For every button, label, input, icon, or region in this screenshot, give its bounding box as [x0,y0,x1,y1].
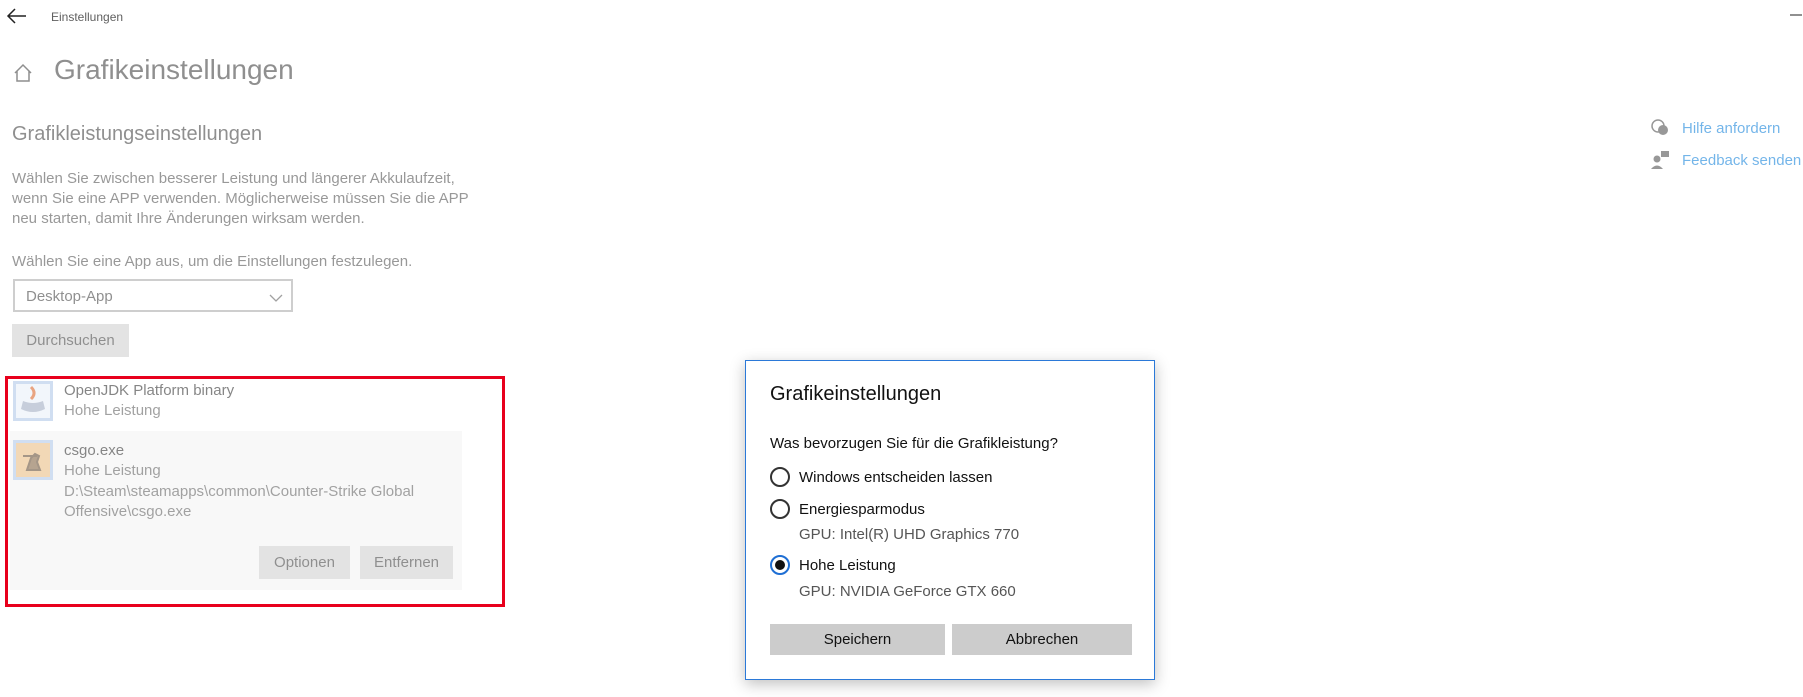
help-link-label: Hilfe anfordern [1682,119,1781,137]
help-link[interactable]: Hilfe anfordern [1650,118,1780,138]
chevron-down-icon [269,290,283,302]
feedback-link-label: Feedback senden [1682,151,1802,169]
radio-button[interactable] [770,499,790,519]
radio-button[interactable] [770,467,790,487]
highlight-box [5,376,505,607]
option-label: Hohe Leistung [799,556,896,574]
app-type-value: Desktop-App [26,288,113,305]
browse-button[interactable]: Durchsuchen [12,324,129,357]
option-label: Windows entscheiden lassen [799,468,993,486]
option-windows-decide[interactable]: Windows entscheiden lassen [770,467,992,487]
option-power-saving[interactable]: Energiesparmodus [770,499,925,519]
page-title: Grafikeinstellungen [54,54,294,85]
radio-button-selected[interactable] [770,555,790,575]
dialog-question: Was bevorzugen Sie für die Grafikleistun… [770,435,1058,452]
dialog-title: Grafikeinstellungen [770,383,942,405]
save-button[interactable]: Speichern [770,624,945,655]
minimize-icon[interactable] [1789,8,1803,22]
gpu-label: GPU: NVIDIA GeForce GTX 660 [799,583,1016,600]
section-title: Grafikleistungseinstellungen [12,123,263,145]
choose-app-label: Wählen Sie eine App aus, um die Einstell… [12,253,413,270]
window-title: Einstellungen [51,10,124,24]
graphics-settings-dialog: Grafikeinstellungen Was bevorzugen Sie f… [745,360,1155,680]
title-bar: Einstellungen [0,0,1803,32]
feedback-link[interactable]: Feedback senden [1650,150,1801,170]
cancel-button[interactable]: Abbrechen [952,624,1132,655]
option-high-performance[interactable]: Hohe Leistung [770,555,896,575]
home-icon[interactable] [12,62,34,84]
app-type-dropdown[interactable]: Desktop-App [13,279,293,312]
feedback-person-icon [1650,150,1670,170]
back-arrow-icon[interactable] [6,6,28,26]
help-chat-icon [1650,118,1670,138]
option-label: Energiesparmodus [799,500,925,518]
description-text: Wählen Sie zwischen besserer Leistung un… [12,170,469,227]
gpu-label: GPU: Intel(R) UHD Graphics 770 [799,526,1020,543]
